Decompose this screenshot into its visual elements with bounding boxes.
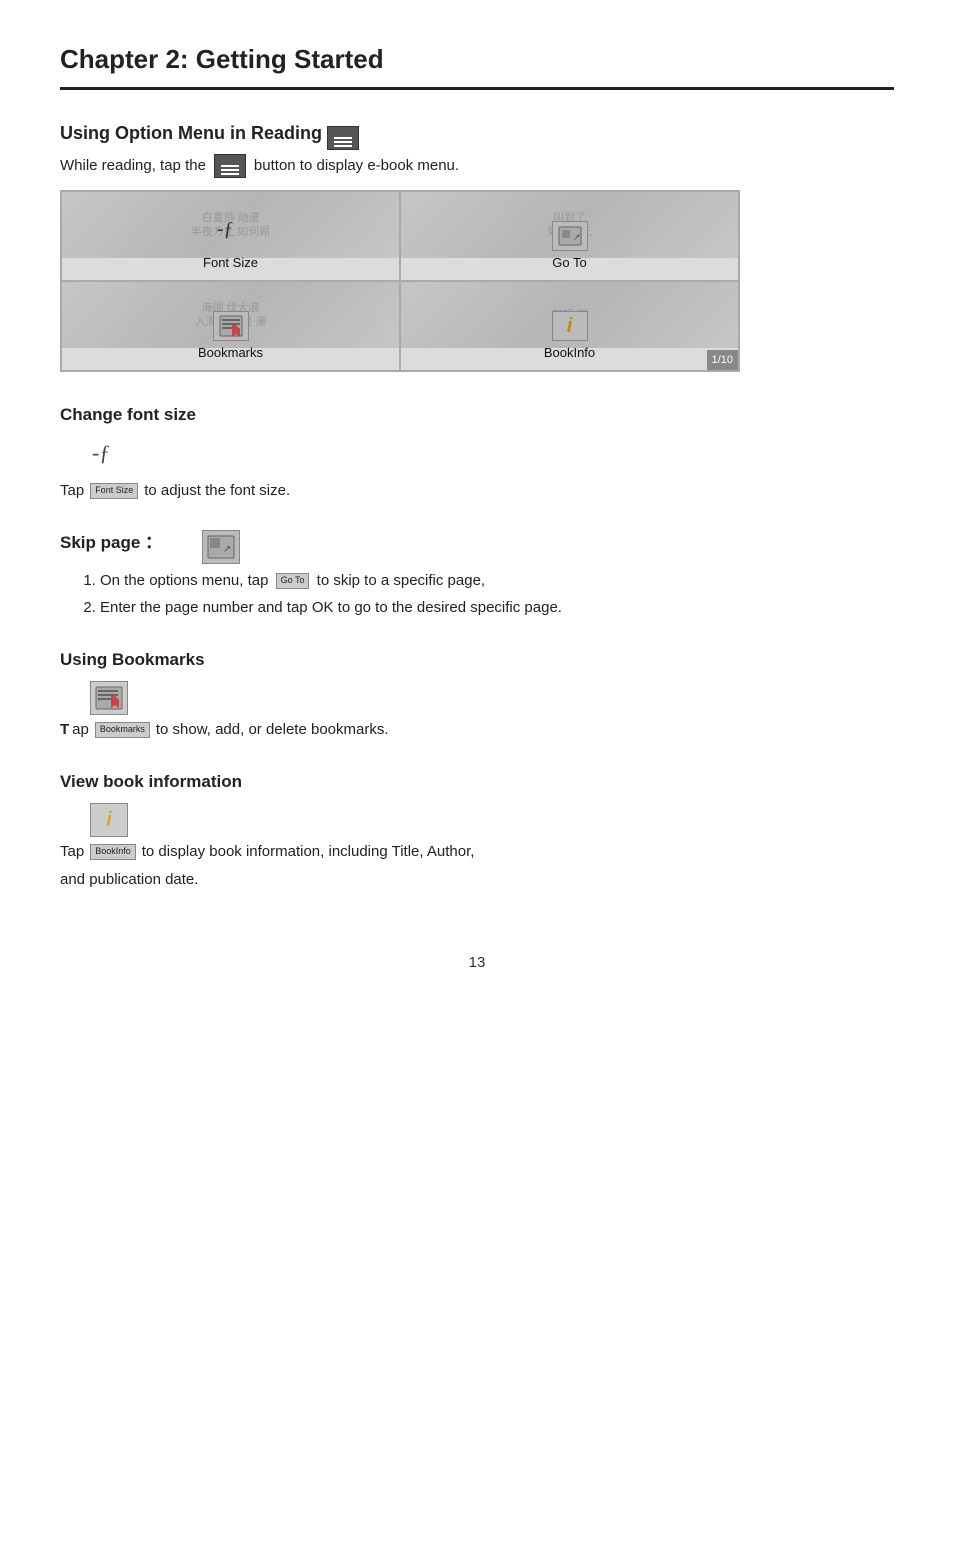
bookinfo-icon: i	[552, 311, 588, 341]
fontsize-inline-label: Font Size	[95, 484, 133, 498]
bookinfo-large-icon: i	[90, 803, 128, 837]
bookmarks-tap-rest: ap	[72, 719, 89, 742]
svg-text:-ƒ: -ƒ	[217, 218, 234, 240]
bookinfo-tap-suffix: to display book information, including T…	[142, 841, 475, 864]
step1-suffix: to skip to a specific page,	[317, 572, 485, 589]
bookmarks-large-icon	[90, 681, 128, 715]
font-size-tap-line: Tap Font Size to adjust the font size.	[60, 480, 894, 503]
bookinfo-label: BookInfo	[544, 343, 595, 363]
skip-step-2: Enter the page number and tap OK to go t…	[100, 597, 894, 620]
font-tap-suffix: to adjust the font size.	[144, 480, 290, 503]
menu-cell-bookmarks: 海阔 伐大浪入海中 年轻 潮 Bookmarks	[61, 281, 400, 371]
svg-text:↗: ↗	[573, 232, 581, 242]
menu-icon-title	[327, 126, 359, 150]
menu-cell-goto: 叫到了如何屌无 ↗ Go To	[400, 191, 739, 281]
bookmarks-icon	[213, 311, 249, 341]
intro-prefix: While reading, tap the	[60, 155, 206, 178]
goto-label: Go To	[552, 253, 586, 273]
intro-line: While reading, tap the button to display…	[60, 154, 894, 178]
skip-page-list: On the options menu, tap Go To to skip t…	[100, 570, 894, 619]
fontsize-icon: -ƒ	[213, 215, 249, 251]
bookinfo-tap-line: Tap BookInfo to display book information…	[60, 841, 894, 864]
menu-grid: 白富帅 动漫半夜方止 如何屌 -ƒ Font Size 叫到了如何屌无 ↗	[60, 190, 740, 372]
fontsize-inline-img: Font Size	[90, 483, 138, 499]
intro-suffix: button to display e-book menu.	[254, 155, 459, 178]
goto-inline-img: Go To	[276, 573, 310, 589]
section-bookinfo: View book information i Tap BookInfo to …	[60, 769, 894, 892]
section-font-size: Change font size -ƒ Tap Font Size to adj…	[60, 402, 894, 502]
goto-large-display-icon: ↗	[202, 530, 240, 564]
section-skip-page: Skip page ： ↗ On the options menu, tap G…	[60, 530, 894, 619]
bookinfo-tap-prefix: Tap	[60, 841, 84, 864]
goto-inline-label: Go To	[281, 574, 305, 588]
skip-page-heading: Skip page ：	[60, 530, 162, 556]
chapter-divider	[60, 87, 894, 90]
font-tap-prefix: Tap	[60, 480, 84, 503]
bookmarks-tap-bold: T	[60, 719, 69, 742]
section-using-option-menu: Using Option Menu in Reading While readi…	[60, 120, 894, 372]
page-number: 13	[60, 952, 894, 975]
using-option-title-text: Using Option Menu in Reading	[60, 123, 322, 143]
section-bookmarks: Using Bookmarks Tap Bookmarks to show, a…	[60, 647, 894, 741]
step1-prefix: On the options menu, tap	[100, 572, 268, 589]
page-badge: 1/10	[707, 350, 738, 371]
menu-cell-fontsize: 白富帅 动漫半夜方止 如何屌 -ƒ Font Size	[61, 191, 400, 281]
bookmarks-label: Bookmarks	[198, 343, 263, 363]
skip-page-header-row: Skip page ： ↗	[60, 530, 894, 564]
fontsize-large-icon: -ƒ	[90, 436, 894, 476]
section-using-option-title: Using Option Menu in Reading	[60, 120, 894, 150]
bookinfo-continuation: and publication date.	[60, 869, 894, 892]
bookinfo-heading: View book information	[60, 769, 894, 795]
menu-cell-bookinfo: 年轻 潮 i BookInfo 1/10	[400, 281, 739, 371]
fontsize-label: Font Size	[203, 253, 258, 273]
bookinfo-inline-img: BookInfo	[90, 844, 136, 860]
bookmarks-inline-label: Bookmarks	[100, 723, 145, 737]
bookinfo-inline-label: BookInfo	[95, 845, 131, 859]
bookmarks-tap-suffix: to show, add, or delete bookmarks.	[156, 719, 389, 742]
svg-text:↗: ↗	[223, 544, 231, 555]
bookmarks-tap-line: Tap Bookmarks to show, add, or delete bo…	[60, 719, 894, 742]
chapter-title: Chapter 2: Getting Started	[60, 40, 894, 79]
bookmarks-inline-img: Bookmarks	[95, 722, 150, 738]
skip-step-1: On the options menu, tap Go To to skip t…	[100, 570, 894, 593]
menu-icon-inline	[214, 154, 246, 178]
bookmarks-heading: Using Bookmarks	[60, 647, 894, 673]
goto-icon: ↗	[552, 221, 588, 251]
svg-text:-ƒ: -ƒ	[92, 440, 110, 465]
font-size-heading: Change font size	[60, 402, 894, 428]
